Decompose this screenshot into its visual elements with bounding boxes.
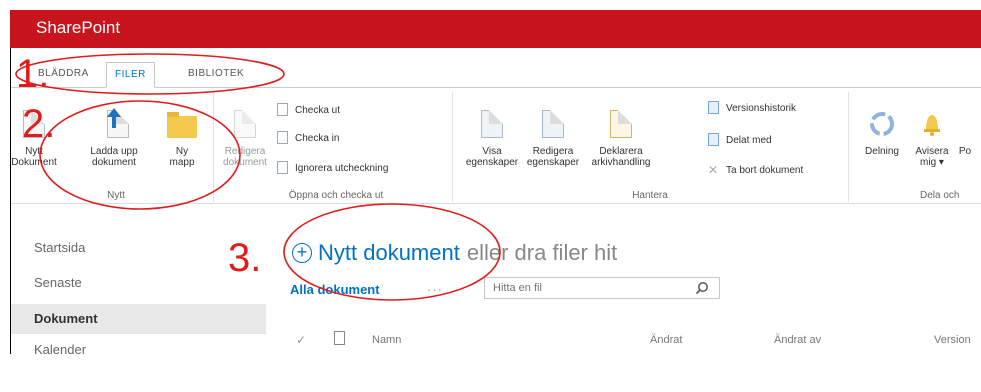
- folder-icon: [167, 108, 197, 140]
- declare-record-button[interactable]: Deklarera arkivhandling: [588, 108, 654, 168]
- discard-checkout-button[interactable]: Ignorera utcheckning: [277, 160, 388, 176]
- ribbon-bottom-border: [10, 203, 981, 204]
- share-icon: [867, 108, 897, 140]
- delete-icon: ✕: [708, 163, 719, 177]
- button-label: Ny: [175, 146, 189, 157]
- column-header-modified-by[interactable]: Ändrat av: [774, 334, 821, 346]
- alert-me-button[interactable]: Avisera mig ▾: [912, 108, 952, 168]
- group-label-new: Nytt: [107, 190, 125, 201]
- select-all-checkmark-icon[interactable]: ✓: [296, 333, 306, 347]
- nav-item-home[interactable]: Startsida: [34, 240, 85, 255]
- declare-record-icon: [606, 108, 636, 140]
- group-separator: [452, 92, 453, 202]
- check-out-button[interactable]: Checka ut: [277, 102, 340, 118]
- view-selector-all-documents[interactable]: Alla dokument: [290, 282, 380, 297]
- button-label: mig ▾: [920, 157, 944, 168]
- group-label-share: Dela och: [920, 190, 960, 201]
- new-folder-button[interactable]: Ny mapp: [162, 108, 202, 168]
- version-history-button[interactable]: Versionshistorik: [708, 100, 796, 116]
- annotation-number-1: 1.: [16, 52, 50, 96]
- button-label: egenskaper: [465, 157, 519, 168]
- button-label: Checka ut: [295, 104, 341, 116]
- button-label: arkivhandling: [591, 157, 651, 168]
- group-separator: [848, 92, 849, 202]
- popularity-button[interactable]: Po: [955, 146, 975, 157]
- share-button[interactable]: Delning: [856, 108, 908, 157]
- edit-properties-icon: [538, 108, 568, 140]
- annotation-number-2: 2.: [22, 102, 56, 146]
- button-label: Ta bort dokument: [726, 164, 804, 176]
- discard-checkout-icon: [277, 161, 289, 174]
- more-views-button[interactable]: ···: [427, 282, 443, 297]
- check-out-icon: [277, 103, 289, 116]
- column-header-modified[interactable]: Ändrat: [650, 334, 682, 346]
- group-separator: [213, 92, 214, 202]
- button-label: Redigera: [224, 146, 266, 157]
- button-label: egenskaper: [526, 157, 580, 168]
- edit-document-button[interactable]: Redigera dokument: [220, 108, 270, 168]
- nav-item-documents[interactable]: Dokument: [10, 304, 266, 334]
- screenshot-edge: [10, 48, 11, 354]
- button-label: Delning: [865, 146, 899, 157]
- search-input[interactable]: [485, 279, 685, 297]
- find-file-search[interactable]: [484, 277, 720, 299]
- button-label: dokument: [92, 157, 136, 168]
- delete-document-button[interactable]: ✕ Ta bort dokument: [708, 162, 803, 178]
- search-icon[interactable]: [695, 281, 709, 295]
- shared-with-icon: [708, 133, 720, 146]
- button-label: dokument: [223, 157, 267, 168]
- alert-bell-icon: [917, 108, 947, 140]
- button-label: Dokument: [11, 157, 57, 168]
- cropped-area: [10, 354, 981, 392]
- suite-bar: SharePoint: [10, 10, 981, 48]
- tab-library[interactable]: BIBLIOTEK: [180, 62, 252, 88]
- check-in-button[interactable]: Checka in: [277, 130, 339, 146]
- nav-item-recent[interactable]: Senaste: [34, 275, 82, 290]
- upload-icon: [99, 108, 129, 140]
- upload-document-button[interactable]: Ladda upp dokument: [86, 108, 142, 168]
- group-label-open: Öppna och checka ut: [288, 190, 384, 201]
- button-label: Visa: [482, 146, 502, 157]
- button-label: mapp: [169, 157, 195, 168]
- button-label: Delat med: [726, 134, 772, 146]
- tab-files[interactable]: FILER: [106, 62, 155, 88]
- button-label: Checka in: [295, 132, 340, 144]
- edit-properties-button[interactable]: Redigera egenskaper: [524, 108, 582, 168]
- annotation-number-3: 3.: [228, 236, 262, 280]
- column-header-name[interactable]: Namn: [372, 334, 401, 346]
- button-label: Redigera: [532, 146, 574, 157]
- plus-circle-icon: +: [292, 243, 312, 263]
- check-in-icon: [277, 131, 289, 144]
- ribbon-tabs: BLÄDDRA FILER BIBLIOTEK: [10, 48, 981, 88]
- drag-files-hint: eller dra filer hit: [466, 240, 618, 265]
- new-document-link[interactable]: + Nytt dokument eller dra filer hit: [292, 240, 617, 266]
- button-label: Avisera: [915, 146, 949, 157]
- file-type-icon: [334, 331, 345, 345]
- version-history-icon: [708, 101, 720, 114]
- view-properties-button[interactable]: Visa egenskaper: [462, 108, 522, 168]
- button-label: Deklarera: [599, 146, 643, 157]
- column-header-version[interactable]: Version: [934, 334, 971, 346]
- button-label: Versionshistorik: [726, 102, 797, 114]
- button-label: Ladda upp: [90, 146, 138, 157]
- button-label: Ignorera utcheckning: [295, 162, 389, 174]
- view-properties-icon: [477, 108, 507, 140]
- group-label-manage: Hantera: [632, 190, 668, 201]
- new-document-label[interactable]: Nytt dokument: [318, 240, 460, 266]
- edit-document-icon: [230, 108, 260, 140]
- button-label: Nytt: [25, 146, 43, 157]
- shared-with-button[interactable]: Delat med: [708, 132, 772, 148]
- app-brand[interactable]: SharePoint: [36, 18, 120, 38]
- button-label: Po: [958, 146, 972, 157]
